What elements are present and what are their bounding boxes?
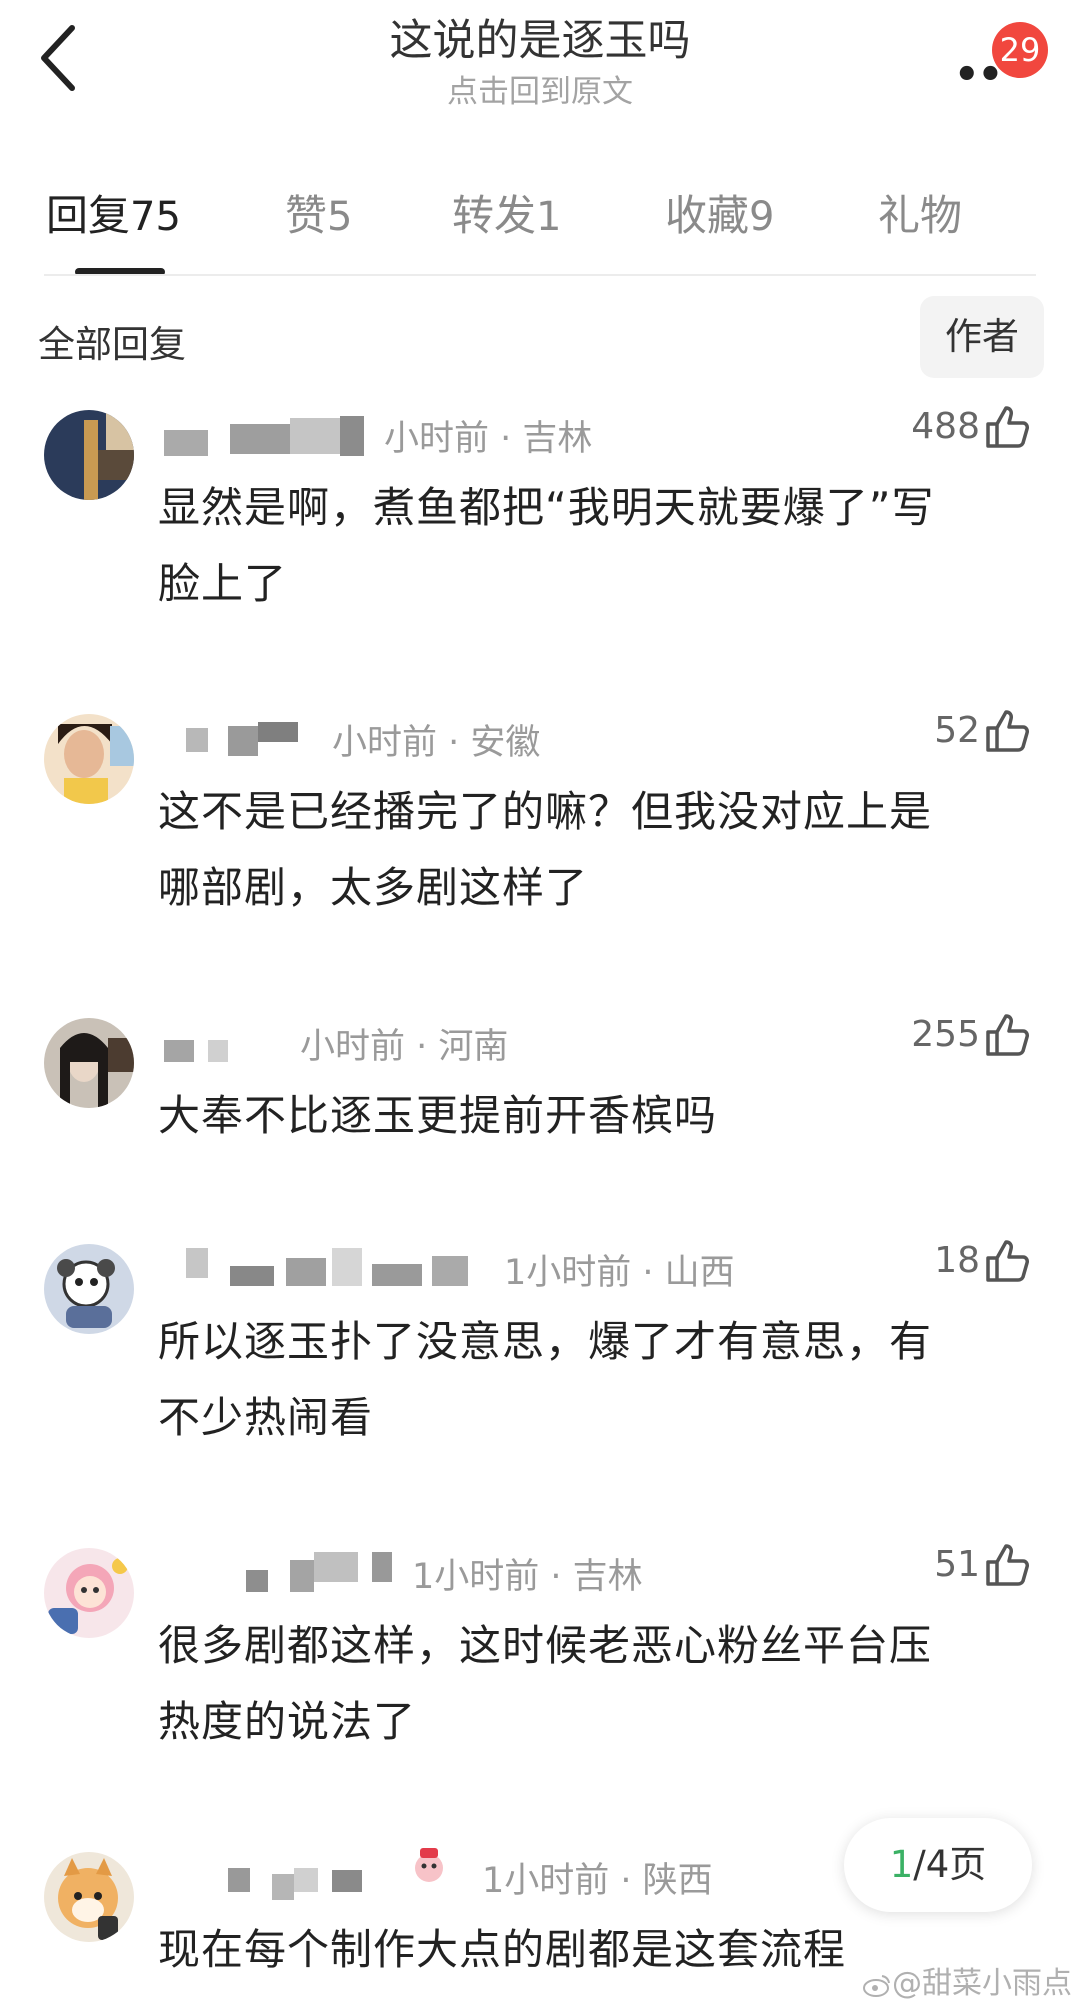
avatar[interactable] bbox=[44, 410, 134, 500]
tab-count: 75 bbox=[130, 194, 181, 240]
username-blurred[interactable] bbox=[246, 1552, 396, 1592]
watermark-text: @甜菜小雨点 bbox=[892, 1966, 1072, 2001]
comment-line: 脸上了 bbox=[158, 559, 288, 608]
back-to-post-link[interactable]: 点击回到原文 bbox=[0, 66, 1080, 111]
tab-gifts[interactable]: 礼物 bbox=[878, 182, 962, 243]
divider bbox=[44, 274, 1036, 276]
all-replies-label: 全部回复 bbox=[38, 323, 186, 366]
more-button[interactable]: •• 29 bbox=[948, 22, 1048, 98]
like-button[interactable]: 51 bbox=[880, 1540, 1040, 1600]
like-count: 51 bbox=[934, 1544, 980, 1585]
like-button[interactable]: 18 bbox=[880, 1236, 1040, 1296]
comment-line: 这不是已经播完了的嘛？但我没对应上是 bbox=[158, 787, 933, 836]
username-blurred[interactable] bbox=[186, 1248, 468, 1288]
watermark: @甜菜小雨点 bbox=[862, 1958, 1072, 2002]
like-button[interactable]: 488 bbox=[880, 402, 1040, 462]
comment-meta: 小时前 · 河南 bbox=[300, 1027, 509, 1067]
like-count: 488 bbox=[911, 406, 980, 447]
comment-line: 很多剧都这样，这时候老恶心粉丝平台压 bbox=[158, 1621, 933, 1670]
thumbs-up-icon bbox=[986, 1544, 1029, 1586]
comment-text: 显然是啊，煮鱼都把“我明天就要爆了”写 脸上了 bbox=[158, 470, 1038, 622]
comment-line: 不少热闹看 bbox=[158, 1393, 374, 1442]
tab-label: 赞 bbox=[285, 191, 328, 240]
tab-reposts[interactable]: 转发1 bbox=[452, 182, 561, 243]
emoji-badge-icon bbox=[415, 1848, 443, 1882]
total-pages: /4页 bbox=[913, 1843, 987, 1886]
thumbs-up-icon bbox=[986, 1014, 1029, 1056]
comment-line: 热度的说法了 bbox=[158, 1697, 417, 1746]
username-blurred[interactable] bbox=[164, 416, 364, 456]
tab-bar: 回复75 赞5 转发1 收藏9 礼物 bbox=[0, 170, 1080, 280]
tab-label: 回复 bbox=[46, 191, 131, 240]
tab-likes[interactable]: 赞5 bbox=[285, 182, 352, 243]
comment-line: 哪部剧，太多剧这样了 bbox=[158, 863, 589, 912]
avatar[interactable] bbox=[44, 1244, 134, 1334]
comment-text: 所以逐玉扑了没意思，爆了才有意思，有 不少热闹看 bbox=[158, 1304, 1038, 1456]
comment-meta: 小时前 · 吉林 bbox=[384, 419, 593, 459]
page-title: 这说的是逐玉吗 bbox=[389, 16, 691, 66]
top-bar: 这说的是逐玉吗 点击回到原文 •• 29 bbox=[0, 0, 1080, 150]
thumbs-up-icon bbox=[986, 406, 1029, 448]
weibo-logo-icon bbox=[863, 1974, 890, 1997]
avatar[interactable] bbox=[44, 714, 134, 804]
tab-label: 收藏 bbox=[665, 191, 750, 240]
current-page: 1 bbox=[889, 1843, 914, 1886]
like-count: 18 bbox=[934, 1240, 980, 1281]
thumbs-up-icon bbox=[986, 710, 1029, 752]
like-button[interactable]: 52 bbox=[880, 706, 1040, 766]
avatar[interactable] bbox=[44, 1852, 134, 1942]
tab-count: 5 bbox=[327, 194, 353, 240]
avatar[interactable] bbox=[44, 1018, 134, 1108]
author-filter-button[interactable]: 作者 bbox=[920, 296, 1044, 378]
comment-meta: 小时前 · 安徽 bbox=[332, 723, 541, 763]
thumbs-up-icon bbox=[986, 1240, 1029, 1282]
comment-meta: 1小时前 · 陕西 bbox=[482, 1861, 713, 1901]
comment-text: 大奉不比逐玉更提前开香槟吗 bbox=[158, 1078, 1038, 1154]
like-button[interactable]: 255 bbox=[880, 1010, 1040, 1070]
tab-count: 9 bbox=[749, 194, 775, 240]
username-blurred[interactable] bbox=[164, 1030, 294, 1070]
username-blurred[interactable] bbox=[228, 1862, 394, 1902]
tab-replies[interactable]: 回复75 bbox=[46, 182, 181, 243]
comment-text: 这不是已经播完了的嘛？但我没对应上是 哪部剧，太多剧这样了 bbox=[158, 774, 1038, 926]
comment-text: 很多剧都这样，这时候老恶心粉丝平台压 热度的说法了 bbox=[158, 1608, 1038, 1760]
like-count: 255 bbox=[911, 1014, 980, 1055]
comment-line: 所以逐玉扑了没意思，爆了才有意思，有 bbox=[158, 1317, 933, 1366]
comment-line: 大奉不比逐玉更提前开香槟吗 bbox=[158, 1091, 718, 1140]
tab-label: 转发 bbox=[452, 191, 537, 240]
tab-count: 1 bbox=[536, 194, 562, 240]
username-blurred[interactable] bbox=[186, 718, 316, 758]
like-count: 52 bbox=[934, 710, 980, 751]
comment-meta: 1小时前 · 吉林 bbox=[412, 1557, 643, 1597]
comment-line: 显然是啊，煮鱼都把“我明天就要爆了”写 bbox=[158, 483, 935, 532]
tab-label: 礼物 bbox=[878, 191, 963, 240]
notification-badge: 29 bbox=[992, 22, 1048, 78]
comment-meta: 1小时前 · 山西 bbox=[504, 1253, 735, 1293]
tab-favorites[interactable]: 收藏9 bbox=[665, 182, 774, 243]
page-indicator[interactable]: 1/4页 bbox=[844, 1818, 1032, 1912]
avatar[interactable] bbox=[44, 1548, 134, 1638]
